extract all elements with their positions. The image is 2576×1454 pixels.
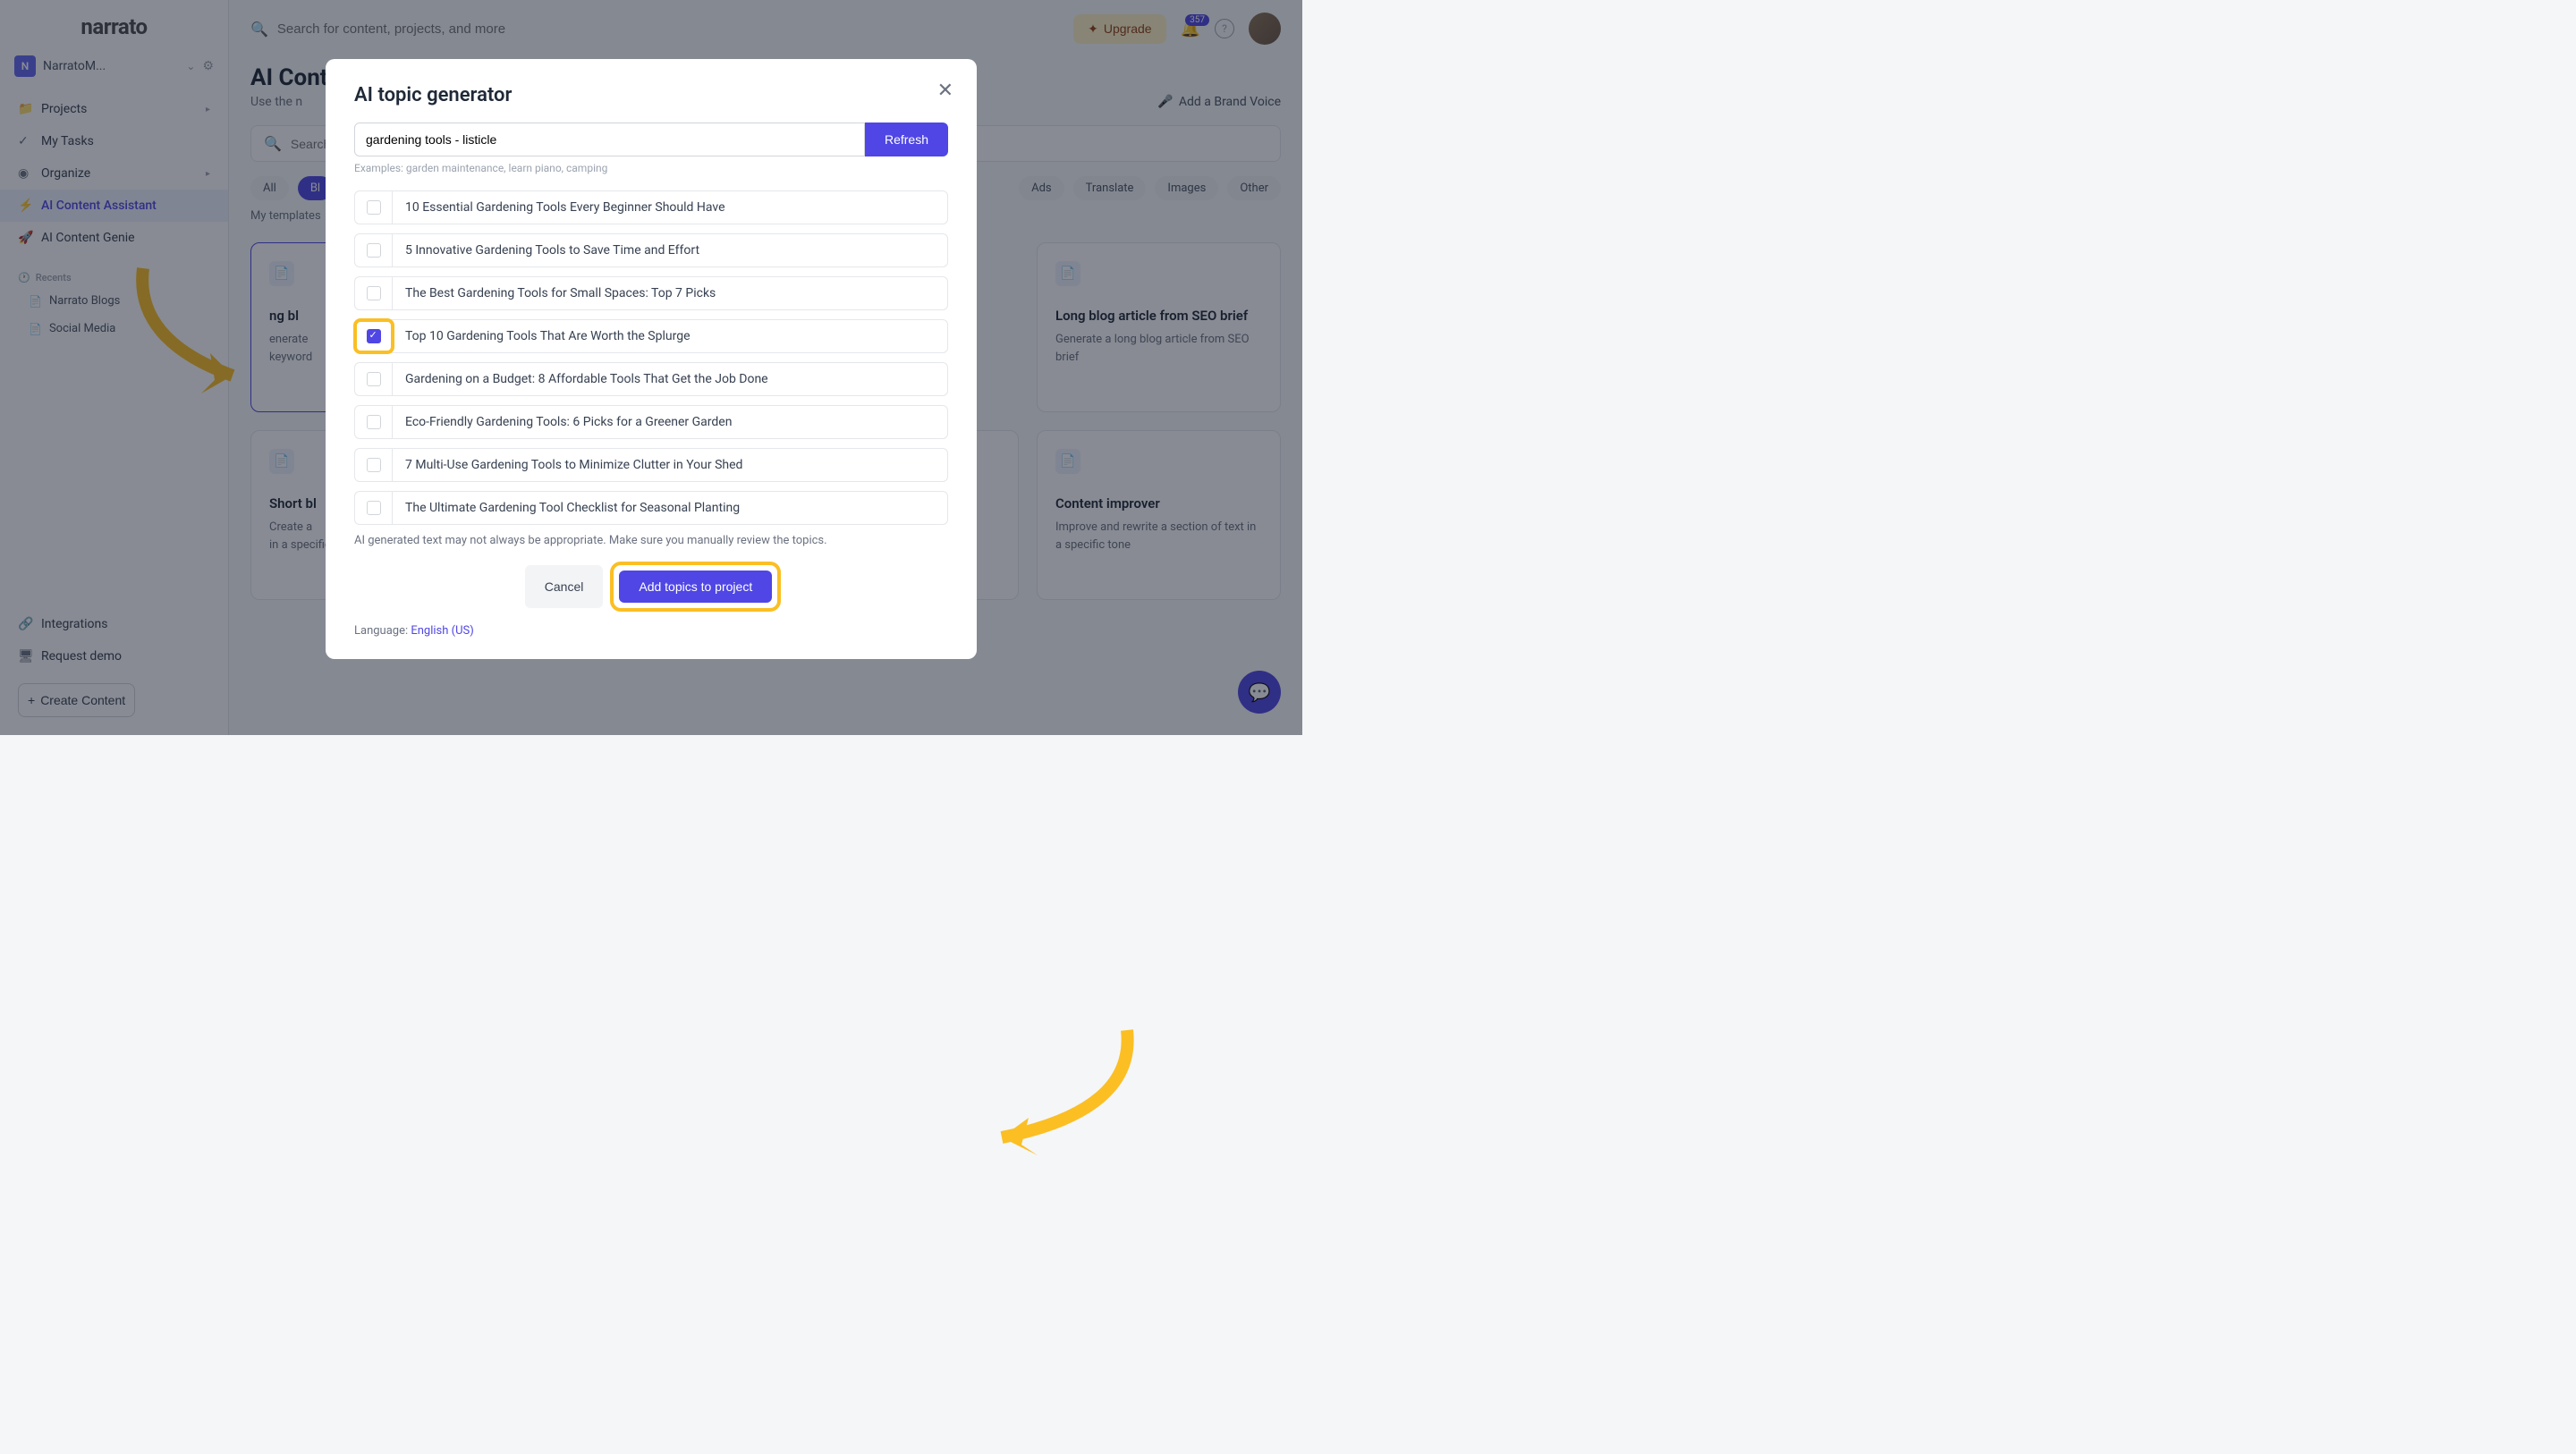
checkbox[interactable] (367, 415, 381, 429)
checkbox[interactable] (367, 458, 381, 472)
modal-actions: Cancel Add topics to project (354, 565, 948, 608)
topic-checkbox-cell[interactable] (355, 277, 393, 309)
topic-text: 7 Multi-Use Gardening Tools to Minimize … (393, 449, 947, 481)
topic-text: The Best Gardening Tools for Small Space… (393, 277, 947, 309)
app-root: narrato N NarratoM... ⌄ ⚙ 📁 Projects ✓ M… (0, 0, 1302, 735)
topic-text: Eco-Friendly Gardening Tools: 6 Picks fo… (393, 406, 947, 438)
topic-row: The Ultimate Gardening Tool Checklist fo… (354, 491, 948, 525)
topic-row: 7 Multi-Use Gardening Tools to Minimize … (354, 448, 948, 482)
topic-row: Eco-Friendly Gardening Tools: 6 Picks fo… (354, 405, 948, 439)
topics-list: 10 Essential Gardening Tools Every Begin… (354, 190, 948, 525)
checkbox[interactable] (367, 286, 381, 300)
modal-overlay: AI topic generator ✕ Refresh Examples: g… (0, 0, 1302, 735)
cancel-button[interactable]: Cancel (525, 565, 604, 608)
add-topics-button[interactable]: Add topics to project (619, 571, 772, 603)
topic-checkbox-cell[interactable] (355, 492, 393, 524)
topic-row: 10 Essential Gardening Tools Every Begin… (354, 190, 948, 224)
topic-input[interactable] (354, 123, 865, 156)
topic-text: 5 Innovative Gardening Tools to Save Tim… (393, 234, 947, 266)
topic-text: The Ultimate Gardening Tool Checklist fo… (393, 492, 947, 524)
add-button-highlight: Add topics to project (614, 565, 777, 608)
language-row: Language: English (US) (354, 624, 948, 638)
topic-checkbox-cell[interactable] (355, 449, 393, 481)
topic-text: 10 Essential Gardening Tools Every Begin… (393, 191, 947, 224)
ai-disclaimer: AI generated text may not always be appr… (354, 534, 948, 547)
topic-input-row: Refresh (354, 123, 948, 156)
checkbox[interactable] (367, 329, 381, 343)
topic-checkbox-cell[interactable] (355, 406, 393, 438)
topic-checkbox-cell[interactable] (355, 191, 393, 224)
checkbox[interactable] (367, 372, 381, 386)
topic-row: Gardening on a Budget: 8 Affordable Tool… (354, 362, 948, 396)
modal-title: AI topic generator (354, 84, 948, 106)
close-icon: ✕ (937, 79, 953, 101)
checkbox[interactable] (367, 501, 381, 515)
topic-row: The Best Gardening Tools for Small Space… (354, 276, 948, 310)
refresh-button[interactable]: Refresh (865, 123, 948, 156)
topic-checkbox-cell[interactable] (355, 320, 393, 352)
close-button[interactable]: ✕ (937, 79, 953, 102)
annotation-arrow-2 (948, 1021, 1145, 1164)
checkbox[interactable] (367, 200, 381, 215)
checkbox[interactable] (367, 243, 381, 258)
topic-row: 5 Innovative Gardening Tools to Save Tim… (354, 233, 948, 267)
topic-row: Top 10 Gardening Tools That Are Worth th… (354, 319, 948, 353)
topic-text: Top 10 Gardening Tools That Are Worth th… (393, 320, 947, 352)
topic-generator-modal: AI topic generator ✕ Refresh Examples: g… (326, 59, 977, 659)
examples-text: Examples: garden maintenance, learn pian… (354, 162, 948, 174)
topic-text: Gardening on a Budget: 8 Affordable Tool… (393, 363, 947, 395)
language-link[interactable]: English (US) (411, 624, 473, 638)
topic-checkbox-cell[interactable] (355, 363, 393, 395)
topic-checkbox-cell[interactable] (355, 234, 393, 266)
